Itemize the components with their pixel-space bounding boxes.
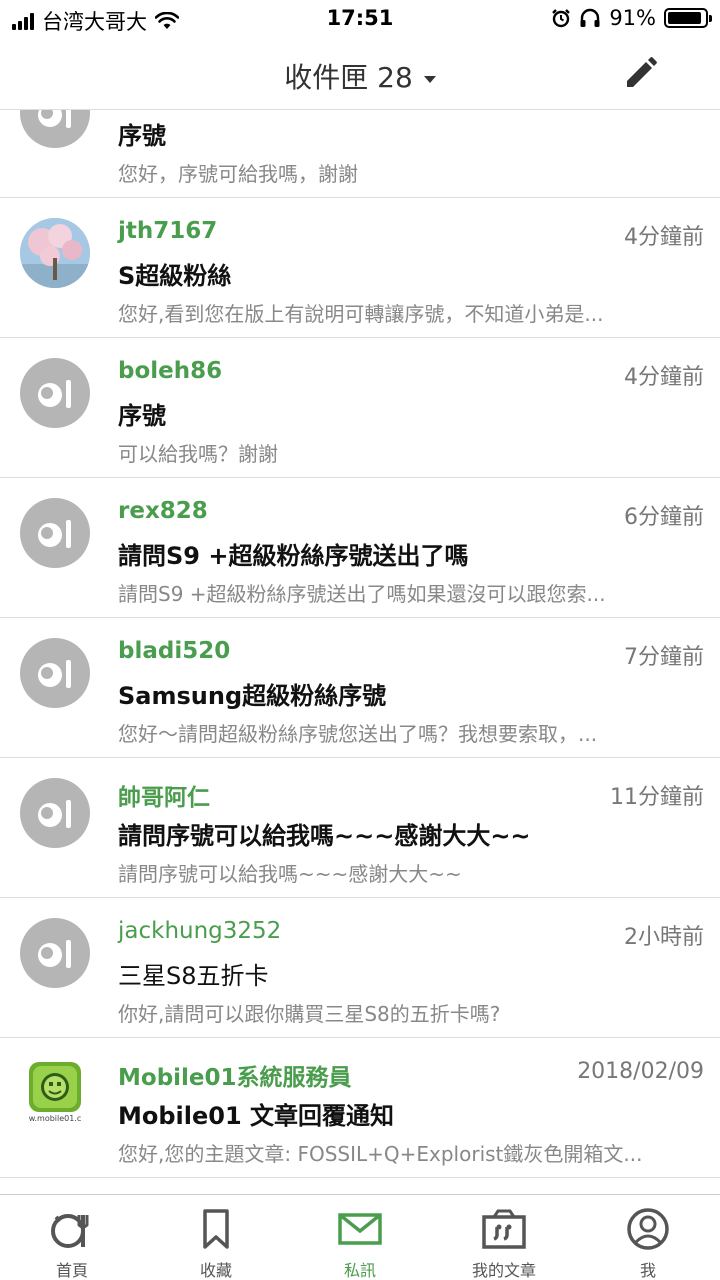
message-preview: 您好,您的主題文章: FOSSIL+Q+Explorist鐵灰色開箱文... bbox=[118, 1142, 643, 1166]
message-subject: 三星S8五折卡 bbox=[118, 962, 269, 990]
message-subject: 請問序號可以給我嗎~~~感謝大大~~ bbox=[118, 822, 531, 850]
message-time: 4分鐘前 bbox=[624, 225, 704, 250]
message-subject: 請問S9 +超級粉絲序號送出了嗎 bbox=[118, 542, 469, 570]
message-item[interactable]: jackhung3252 2小時前 三星S8五折卡 你好,請問可以跟你購買三星S… bbox=[0, 898, 720, 1038]
message-item[interactable]: 序號 您好，序號可給我嗎，謝謝 bbox=[0, 110, 720, 198]
battery-icon bbox=[664, 8, 712, 28]
message-preview: 你好,請問可以跟你購買三星S8的五折卡嗎? bbox=[118, 1002, 501, 1026]
message-preview: 請問序號可以給我嗎~~~感謝大大~~ bbox=[118, 862, 462, 886]
tab-label: 首頁 bbox=[55, 1261, 88, 1280]
message-preview: 可以給我嗎？謝謝 bbox=[118, 442, 278, 466]
message-sender: rex828 bbox=[118, 498, 208, 524]
message-sender: bladi520 bbox=[118, 638, 231, 664]
tab-home[interactable]: 首頁 bbox=[0, 1195, 144, 1280]
message-subject: Mobile01 文章回覆通知 bbox=[118, 1102, 395, 1130]
compose-pencil-icon[interactable] bbox=[620, 54, 660, 94]
message-item[interactable]: jth7167 4分鐘前 S超級粉絲 您好,看到您在版上有說明可轉讓序號，不知道… bbox=[0, 198, 720, 338]
status-right: 91% bbox=[551, 6, 712, 30]
battery-fill bbox=[668, 12, 701, 24]
alarm-icon bbox=[552, 9, 571, 28]
message-subject: S超級粉絲 bbox=[118, 262, 232, 290]
mobile01-logo[interactable]: w.mobile01.c bbox=[20, 1058, 90, 1128]
message-time: 2小時前 bbox=[624, 925, 704, 950]
message-preview: 您好，序號可給我嗎，謝謝 bbox=[118, 162, 358, 186]
nav-bar: 收件匣 28 bbox=[0, 38, 720, 110]
home-icon bbox=[51, 1214, 89, 1248]
tab-label: 我 bbox=[639, 1261, 656, 1280]
mobile01-logo-text: w.mobile01.c bbox=[28, 1114, 82, 1123]
message-item[interactable]: boleh86 4分鐘前 序號 可以給我嗎？謝謝 bbox=[0, 338, 720, 478]
caret-down-icon bbox=[423, 75, 436, 83]
bottom-tab-bar: 首頁 收藏 私訊 我的文章 我 bbox=[0, 1194, 720, 1280]
default-avatar-icon[interactable] bbox=[20, 498, 90, 568]
profile-icon bbox=[627, 1208, 669, 1250]
message-sender: Mobile01系統服務員 bbox=[118, 1065, 352, 1091]
message-sender: boleh86 bbox=[118, 358, 223, 384]
message-time: 4分鐘前 bbox=[624, 365, 704, 390]
default-avatar-icon bbox=[20, 110, 90, 148]
bookmark-icon bbox=[203, 1209, 229, 1249]
headphones-icon bbox=[580, 8, 600, 27]
message-sender: jth7167 bbox=[118, 218, 218, 244]
message-time: 6分鐘前 bbox=[624, 505, 704, 530]
default-avatar-icon[interactable] bbox=[20, 918, 90, 988]
message-item[interactable]: w.mobile01.c Mobile01系統服務員 2018/02/09 Mo… bbox=[0, 1038, 720, 1178]
default-avatar-icon[interactable] bbox=[20, 638, 90, 708]
inbox-title-dropdown[interactable]: 收件匣 28 bbox=[0, 56, 720, 96]
message-subject: 序號 bbox=[118, 402, 166, 430]
battery-percent: 91% bbox=[609, 6, 656, 30]
message-item[interactable]: 帥哥阿仁 11分鐘前 請問序號可以給我嗎~~~感謝大大~~ 請問序號可以給我嗎~… bbox=[0, 758, 720, 898]
articles-icon bbox=[482, 1209, 526, 1249]
message-subject: Samsung超級粉絲序號 bbox=[118, 682, 387, 710]
message-time: 7分鐘前 bbox=[624, 645, 704, 670]
tab-bookmarks[interactable]: 收藏 bbox=[144, 1195, 288, 1280]
message-list: 序號 您好，序號可給我嗎，謝謝 jth7167 4分鐘前 S超級粉絲 您好,看到… bbox=[0, 110, 720, 1194]
message-item[interactable]: rex828 6分鐘前 請問S9 +超級粉絲序號送出了嗎 請問S9 +超級粉絲序… bbox=[0, 478, 720, 618]
message-item[interactable]: bladi520 7分鐘前 Samsung超級粉絲序號 您好～請問超級粉絲序號您… bbox=[0, 618, 720, 758]
tab-messages[interactable]: 私訊 bbox=[288, 1195, 432, 1280]
message-time: 2018/02/09 bbox=[577, 1059, 704, 1084]
user-photo-avatar[interactable] bbox=[20, 218, 90, 288]
message-subject: 序號 bbox=[118, 122, 166, 150]
message-sender: jackhung3252 bbox=[118, 918, 282, 944]
page-title: 收件匣 28 bbox=[284, 61, 413, 94]
status-bar: 台湾大哥大 17:51 91% bbox=[0, 0, 720, 38]
message-preview: 您好～請問超級粉絲序號您送出了嗎？我想要索取，... bbox=[118, 722, 598, 746]
message-sender: 帥哥阿仁 bbox=[118, 785, 210, 811]
default-avatar-icon[interactable] bbox=[20, 358, 90, 428]
message-time: 11分鐘前 bbox=[610, 785, 704, 810]
message-preview: 請問S9 +超級粉絲序號送出了嗎如果還沒可以跟您索... bbox=[118, 582, 606, 606]
default-avatar-icon[interactable] bbox=[20, 778, 90, 848]
tab-profile[interactable]: 我 bbox=[576, 1195, 720, 1280]
tab-label: 我的文章 bbox=[471, 1261, 536, 1280]
tab-my-articles[interactable]: 我的文章 bbox=[432, 1195, 576, 1280]
message-preview: 您好,看到您在版上有說明可轉讓序號，不知道小弟是... bbox=[118, 302, 604, 326]
tab-label: 私訊 bbox=[343, 1261, 376, 1280]
mail-icon bbox=[338, 1213, 382, 1245]
tab-label: 收藏 bbox=[199, 1261, 232, 1280]
